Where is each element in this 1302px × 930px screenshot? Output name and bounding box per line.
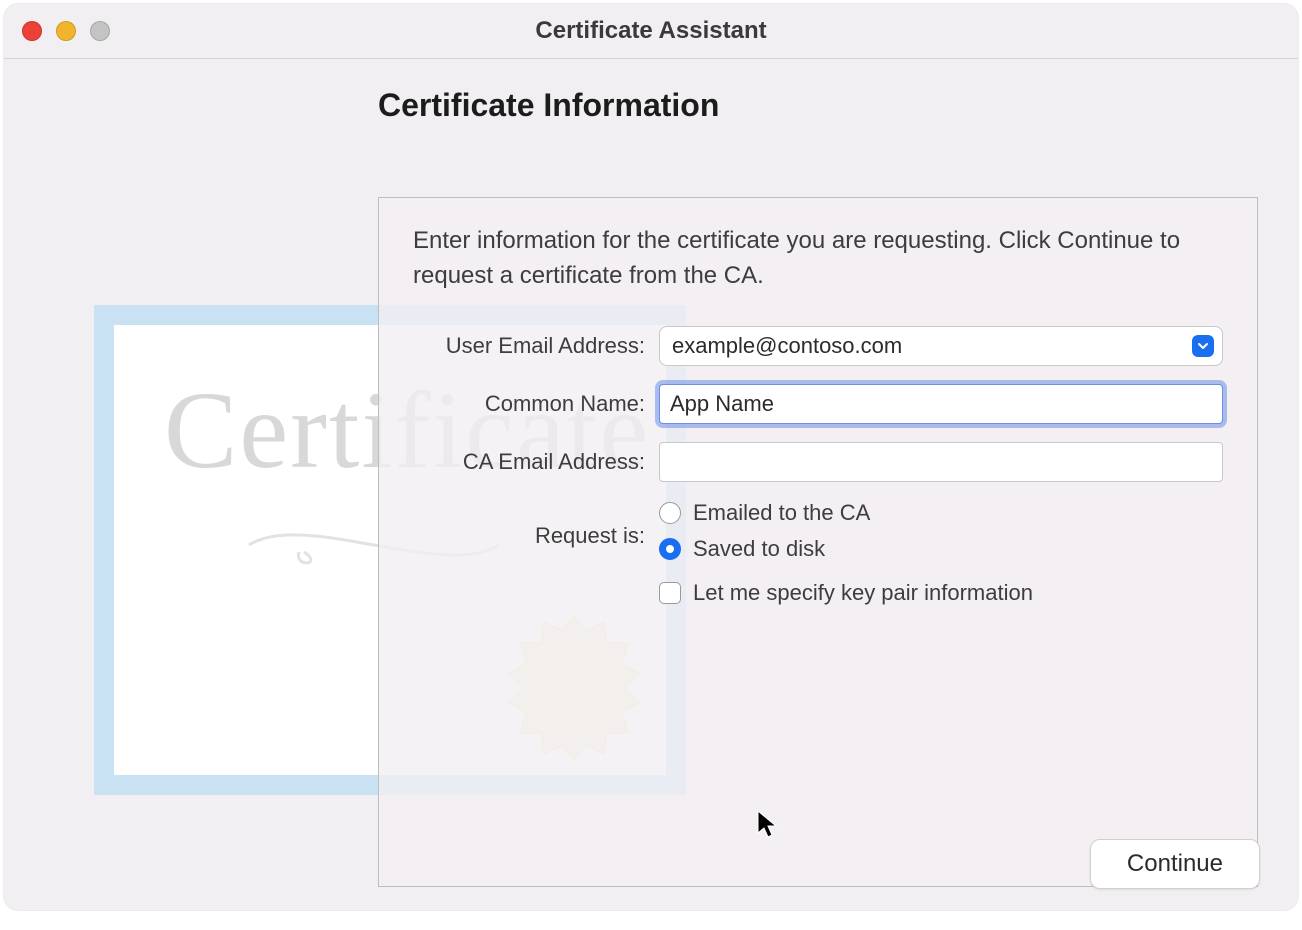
row-user-email: User Email Address: example@contoso.com	[413, 326, 1223, 366]
label-user-email: User Email Address:	[413, 333, 659, 359]
radio-emailed-to-ca[interactable]: Emailed to the CA	[659, 500, 1223, 526]
row-request-is: Request is: Emailed to the CA Saved to d…	[413, 500, 1223, 572]
certificate-assistant-window: Certificate Assistant Certificate Certif…	[4, 4, 1298, 910]
label-request-is: Request is:	[413, 523, 659, 549]
continue-button[interactable]: Continue	[1090, 839, 1260, 889]
common-name-input[interactable]	[659, 384, 1223, 424]
radio-icon	[659, 502, 681, 524]
page-heading: Certificate Information	[378, 87, 1260, 124]
radio-icon	[659, 538, 681, 560]
ca-email-input[interactable]	[659, 442, 1223, 482]
checkbox-icon	[659, 582, 681, 604]
label-ca-email: CA Email Address:	[413, 449, 659, 475]
user-email-value: example@contoso.com	[672, 333, 1192, 359]
radio-emailed-label: Emailed to the CA	[693, 500, 870, 526]
button-row: Continue	[1090, 839, 1260, 889]
chevron-down-icon	[1192, 335, 1214, 357]
row-common-name: Common Name:	[413, 384, 1223, 424]
checkbox-specify-keypair-label: Let me specify key pair information	[693, 580, 1033, 606]
checkbox-specify-keypair[interactable]: Let me specify key pair information	[659, 580, 1223, 606]
radio-saved-to-disk[interactable]: Saved to disk	[659, 536, 1223, 562]
zoom-window-button[interactable]	[90, 21, 110, 41]
titlebar: Certificate Assistant	[4, 4, 1298, 59]
row-specify-keypair: Let me specify key pair information	[413, 580, 1223, 616]
window-title: Certificate Assistant	[4, 17, 1298, 45]
traffic-lights	[4, 21, 110, 41]
user-email-combobox[interactable]: example@contoso.com	[659, 326, 1223, 366]
close-window-button[interactable]	[22, 21, 42, 41]
label-common-name: Common Name:	[413, 391, 659, 417]
instructions-text: Enter information for the certificate yo…	[413, 224, 1223, 294]
row-ca-email: CA Email Address:	[413, 442, 1223, 482]
minimize-window-button[interactable]	[56, 21, 76, 41]
radio-saved-label: Saved to disk	[693, 536, 825, 562]
window-body: Certificate Certificate Information Ente…	[4, 59, 1298, 910]
form-panel: Enter information for the certificate yo…	[378, 197, 1258, 887]
